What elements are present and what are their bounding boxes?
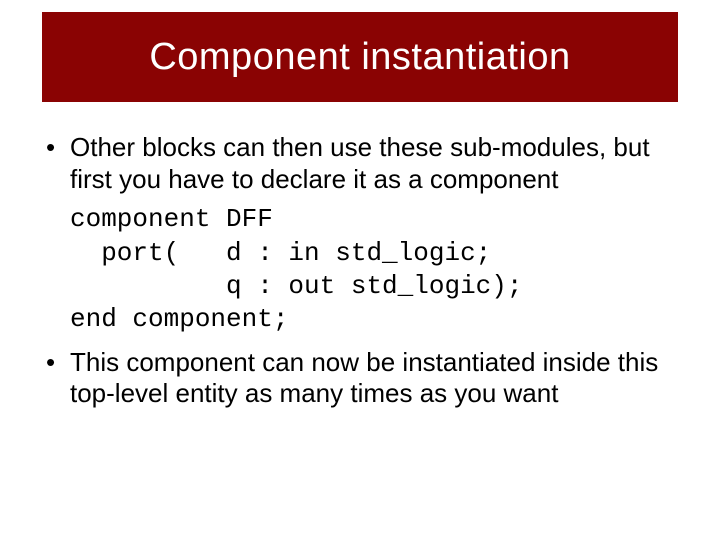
bullet-list: This component can now be instantiated i… xyxy=(42,347,678,410)
bullet-item: Other blocks can then use these sub-modu… xyxy=(42,132,678,195)
code-line: end component; xyxy=(70,304,288,334)
bullet-item: This component can now be instantiated i… xyxy=(42,347,678,410)
code-line: q : out std_logic); xyxy=(70,271,522,301)
slide-title: Component instantiation xyxy=(149,36,570,79)
bullet-list: Other blocks can then use these sub-modu… xyxy=(42,132,678,195)
code-line: component DFF xyxy=(70,204,273,234)
slide: Component instantiation Other blocks can… xyxy=(0,0,720,540)
code-block: component DFF port( d : in std_logic; q … xyxy=(42,203,678,336)
code-line: port( d : in std_logic; xyxy=(70,238,491,268)
title-band: Component instantiation xyxy=(42,12,678,102)
slide-body: Other blocks can then use these sub-modu… xyxy=(42,132,678,418)
